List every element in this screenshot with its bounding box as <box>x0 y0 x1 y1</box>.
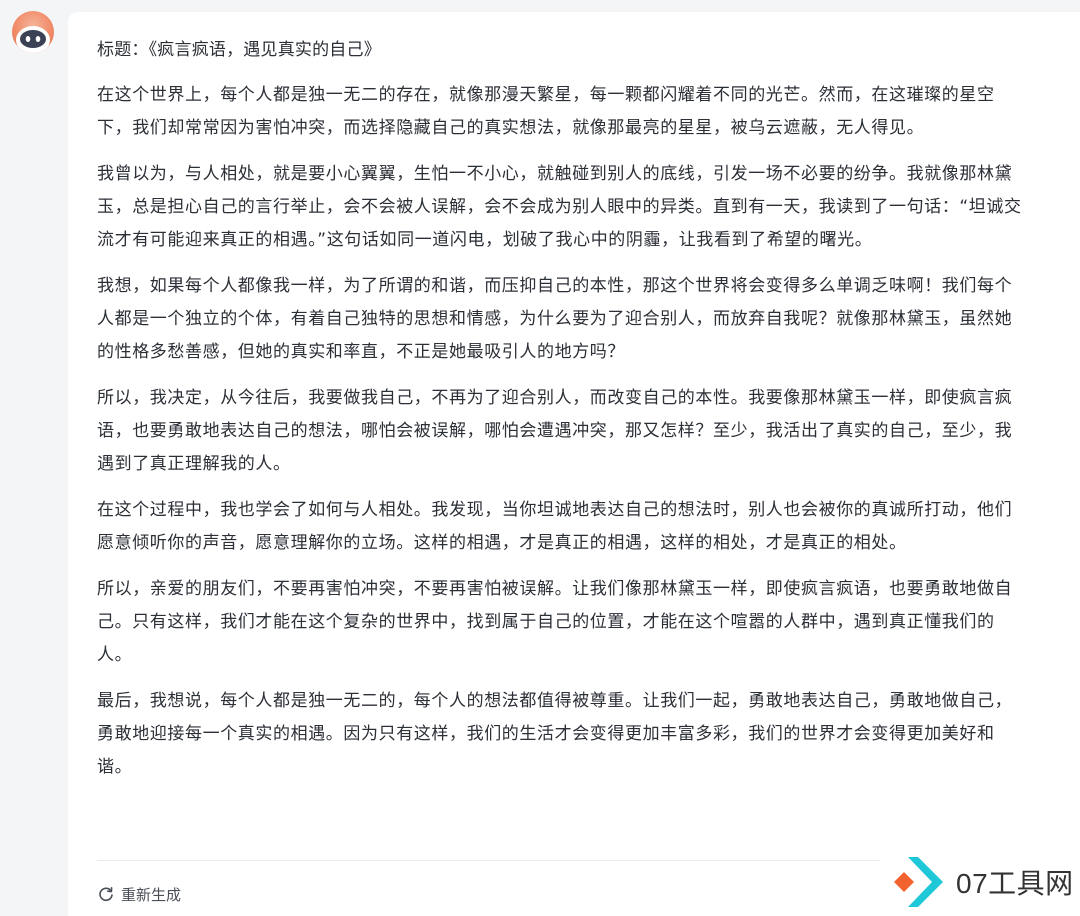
essay-paragraph: 所以，我决定，从今往后，我要做我自己，不再为了迎合别人，而改变自己的本性。我要像… <box>97 382 1027 481</box>
essay-paragraph: 在这个世界上，每个人都是独一无二的存在，就像那漫天繁星，每一颗都闪耀着不同的光芒… <box>97 79 1027 145</box>
essay-paragraph: 我想，如果每个人都像我一样，为了所谓的和谐，而压抑自己的本性，那这个世界将会变得… <box>97 270 1027 369</box>
site-watermark: 07工具网 <box>890 855 1074 909</box>
essay-paragraph: 我曾以为，与人相处，就是要小心翼翼，生怕一不小心，就触碰到别人的底线，引发一场不… <box>97 158 1027 257</box>
message-content: 标题：《疯言疯语，遇见真实的自己》 在这个世界上，每个人都是独一无二的存在，就像… <box>97 34 1027 797</box>
message-divider <box>97 860 880 861</box>
watermark-text: 07工具网 <box>956 862 1074 902</box>
assistant-message-card: 标题：《疯言疯语，遇见真实的自己》 在这个世界上，每个人都是独一无二的存在，就像… <box>68 12 1080 916</box>
essay-paragraph: 在这个过程中，我也学会了如何与人相处。我发现，当你坦诚地表达自己的想法时，别人也… <box>97 494 1027 560</box>
refresh-icon <box>97 885 115 903</box>
essay-paragraph: 最后，我想说，每个人都是独一无二的，每个人的想法都值得被尊重。让我们一起，勇敢地… <box>97 685 1027 784</box>
regenerate-label: 重新生成 <box>121 884 181 905</box>
essay-paragraph: 所以，亲爱的朋友们，不要再害怕冲突，不要再害怕被误解。让我们像那林黛玉一样，即使… <box>97 573 1027 672</box>
regenerate-button[interactable]: 重新生成 <box>97 882 181 906</box>
robot-avatar-icon <box>12 11 54 53</box>
assistant-avatar <box>12 11 54 53</box>
essay-title: 标题：《疯言疯语，遇见真实的自己》 <box>97 34 1027 67</box>
arrow-logo-icon <box>890 855 946 909</box>
